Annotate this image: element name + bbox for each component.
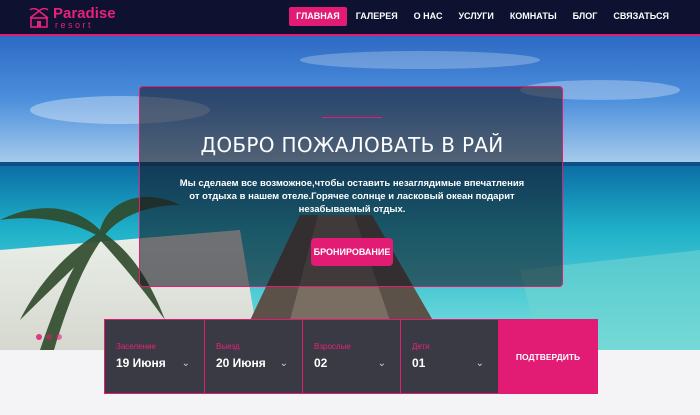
slider-dot[interactable]	[46, 334, 52, 340]
welcome-title: ДОБРО ПОЖАЛОВАТЬ В РАЙ	[200, 133, 504, 157]
palm-logo-icon	[29, 7, 49, 28]
site-header: Paradise resort ГЛАВНАЯ ГАЛЕРЕЯ О НАС УС…	[0, 0, 700, 36]
children-value: 01	[412, 356, 426, 370]
adults-label: Взрослые	[314, 342, 351, 351]
nav-item-about[interactable]: О НАС	[407, 7, 450, 26]
welcome-card: ДОБРО ПОЖАЛОВАТЬ В РАЙ Мы сделаем все во…	[139, 86, 563, 287]
chevron-down-icon: ⌄	[181, 358, 190, 369]
chevron-down-icon: ⌄	[279, 358, 288, 369]
children-label: Дети	[412, 342, 430, 351]
confirm-button[interactable]: ПОДТВЕРДИТЬ	[498, 319, 598, 394]
chevron-down-icon: ⌄	[377, 358, 386, 369]
slider-dots	[36, 334, 62, 340]
logo-name: Paradise	[53, 5, 116, 22]
nav-item-rooms[interactable]: КОМНАТЫ	[503, 7, 564, 26]
booking-button[interactable]: БРОНИРОВАНИЕ	[311, 238, 393, 266]
checkin-label: Заселение	[116, 342, 156, 351]
logo-subtitle: resort	[55, 20, 94, 30]
welcome-text: Мы сделаем все возможное,чтобы оставить …	[179, 178, 525, 215]
checkout-label: Выезд	[216, 342, 240, 351]
chevron-down-icon: ⌄	[475, 358, 484, 369]
checkin-value: 19 Июня	[116, 356, 166, 370]
nav-item-gallery[interactable]: ГАЛЕРЕЯ	[349, 7, 405, 26]
booking-bar: Заселение 19 Июня ⌄ Выезд 20 Июня ⌄ Взро…	[104, 319, 598, 394]
slider-dot[interactable]	[56, 334, 62, 340]
main-nav: ГЛАВНАЯ ГАЛЕРЕЯ О НАС УСЛУГИ КОМНАТЫ БЛО…	[287, 7, 676, 26]
checkin-select[interactable]: Заселение 19 Июня ⌄	[104, 319, 204, 394]
slider-dot[interactable]	[36, 334, 42, 340]
nav-item-home[interactable]: ГЛАВНАЯ	[289, 7, 347, 26]
adults-value: 02	[314, 356, 328, 370]
nav-item-blog[interactable]: БЛОГ	[566, 7, 605, 26]
nav-item-contact[interactable]: СВЯЗАТЬСЯ	[606, 7, 676, 26]
nav-item-services[interactable]: УСЛУГИ	[451, 7, 500, 26]
title-divider	[322, 117, 382, 118]
checkout-select[interactable]: Выезд 20 Июня ⌄	[204, 319, 302, 394]
children-select[interactable]: Дети 01 ⌄	[400, 319, 498, 394]
adults-select[interactable]: Взрослые 02 ⌄	[302, 319, 400, 394]
checkout-value: 20 Июня	[216, 356, 266, 370]
